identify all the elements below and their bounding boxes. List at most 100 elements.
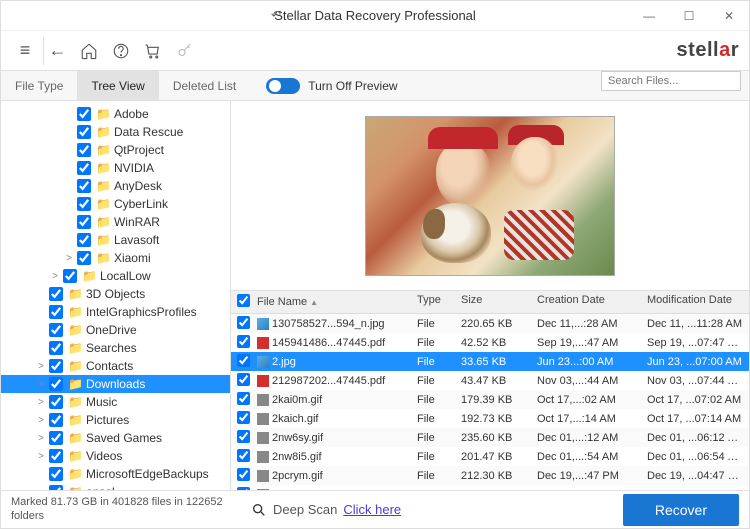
col-created[interactable]: Creation Date: [531, 291, 641, 313]
tree-checkbox[interactable]: [77, 179, 91, 193]
file-created: Jun 23...:00 AM: [531, 353, 641, 371]
tree-item[interactable]: >📁Saved Games: [1, 429, 230, 447]
menu-icon[interactable]: ≡: [11, 37, 39, 65]
preview-toggle[interactable]: [266, 78, 300, 94]
tree-item[interactable]: 📁NVIDIA: [1, 159, 230, 177]
tree-checkbox[interactable]: [77, 233, 91, 247]
key-icon[interactable]: [171, 37, 199, 65]
tree-item[interactable]: >📁Contacts: [1, 357, 230, 375]
file-created: Sep 19,...:47 AM: [531, 334, 641, 352]
expand-icon[interactable]: >: [49, 271, 61, 282]
tree-checkbox[interactable]: [49, 395, 63, 409]
col-type[interactable]: Type: [411, 291, 455, 313]
expand-icon[interactable]: >: [35, 397, 47, 408]
expand-icon[interactable]: >: [35, 415, 47, 426]
row-checkbox[interactable]: [237, 449, 250, 462]
tree-item[interactable]: 📁CyberLink: [1, 195, 230, 213]
tree-item[interactable]: 📁IntelGraphicsProfiles: [1, 303, 230, 321]
file-row[interactable]: 2kaich.gifFile192.73 KBOct 17,...:14 AMO…: [231, 409, 749, 428]
tree-item[interactable]: 📁3D Objects: [1, 285, 230, 303]
tree-checkbox[interactable]: [49, 305, 63, 319]
search-box[interactable]: [601, 71, 741, 100]
tab-file-type[interactable]: File Type: [1, 71, 77, 100]
tree-checkbox[interactable]: [49, 431, 63, 445]
file-row[interactable]: 2kai0m.gifFile179.39 KBOct 17,...:02 AMO…: [231, 390, 749, 409]
minimize-button[interactable]: —: [629, 1, 669, 31]
tree-label: Searches: [86, 341, 137, 355]
maximize-button[interactable]: ☐: [669, 1, 709, 31]
tree-item[interactable]: >📁Pictures: [1, 411, 230, 429]
tree-checkbox[interactable]: [49, 377, 63, 391]
tree-item[interactable]: 📁Data Rescue: [1, 123, 230, 141]
row-checkbox[interactable]: [237, 411, 250, 424]
file-row[interactable]: 212987202...47445.pdfFile43.47 KBNov 03,…: [231, 371, 749, 390]
expand-icon[interactable]: >: [35, 451, 47, 462]
expand-icon[interactable]: >: [35, 433, 47, 444]
tree-checkbox[interactable]: [49, 449, 63, 463]
file-row[interactable]: 2nw8i5.gifFile201.47 KBDec 01,...:54 AMD…: [231, 447, 749, 466]
file-type: File: [411, 353, 455, 371]
row-checkbox[interactable]: [237, 373, 250, 386]
tree-item[interactable]: 📁Adobe: [1, 105, 230, 123]
expand-icon[interactable]: >: [35, 379, 47, 390]
home-icon[interactable]: [75, 37, 103, 65]
recover-button[interactable]: Recover: [623, 494, 739, 526]
tree-checkbox[interactable]: [77, 251, 91, 265]
tree-checkbox[interactable]: [49, 323, 63, 337]
row-checkbox[interactable]: [237, 468, 250, 481]
tree-checkbox[interactable]: [77, 215, 91, 229]
row-checkbox[interactable]: [237, 430, 250, 443]
file-row[interactable]: 145941486...47445.pdfFile42.52 KBSep 19,…: [231, 333, 749, 352]
tree-item[interactable]: 📁QtProject: [1, 141, 230, 159]
deep-scan-link[interactable]: Click here: [343, 502, 401, 517]
row-checkbox[interactable]: [237, 354, 250, 367]
tree-item[interactable]: >📁Xiaomi: [1, 249, 230, 267]
tree-item[interactable]: >📁Music: [1, 393, 230, 411]
tree-item[interactable]: 📁WinRAR: [1, 213, 230, 231]
file-row[interactable]: 2.jpgFile33.65 KBJun 23...:00 AMJun 23, …: [231, 352, 749, 371]
expand-icon[interactable]: >: [35, 361, 47, 372]
tree-checkbox[interactable]: [77, 161, 91, 175]
tree-checkbox[interactable]: [49, 287, 63, 301]
tree-checkbox[interactable]: [49, 359, 63, 373]
tab-deleted-list[interactable]: Deleted List: [159, 71, 250, 100]
help-icon[interactable]: [107, 37, 135, 65]
tree-checkbox[interactable]: [77, 107, 91, 121]
tree-item[interactable]: 📁MicrosoftEdgeBackups: [1, 465, 230, 483]
tree-checkbox[interactable]: [77, 125, 91, 139]
tree-item[interactable]: 📁OneDrive: [1, 321, 230, 339]
tree-checkbox[interactable]: [63, 269, 77, 283]
file-created: Nov 03,...:44 AM: [531, 372, 641, 390]
folder-tree[interactable]: 📁Adobe📁Data Rescue📁QtProject📁NVIDIA📁AnyD…: [1, 101, 231, 490]
tree-checkbox[interactable]: [49, 413, 63, 427]
file-row[interactable]: 2pcrym.gifFile212.30 KBDec 19,...:47 PMD…: [231, 466, 749, 485]
row-checkbox[interactable]: [237, 316, 250, 329]
row-checkbox[interactable]: [237, 392, 250, 405]
tree-item[interactable]: 📁Searches: [1, 339, 230, 357]
file-row[interactable]: 130758527...594_n.jpgFile220.65 KBDec 11…: [231, 314, 749, 333]
tree-checkbox[interactable]: [77, 197, 91, 211]
tab-tree-view[interactable]: Tree View: [77, 71, 158, 100]
search-input[interactable]: [601, 71, 741, 91]
col-name[interactable]: File Name: [257, 296, 307, 308]
tree-item[interactable]: 📁ansel: [1, 483, 230, 490]
tree-item[interactable]: >📁LocalLow: [1, 267, 230, 285]
tree-item[interactable]: 📁AnyDesk: [1, 177, 230, 195]
tree-checkbox[interactable]: [49, 467, 63, 481]
back-button[interactable]: ←: [43, 37, 71, 65]
undo-icon[interactable]: ↶: [271, 8, 281, 22]
select-all-checkbox[interactable]: [237, 294, 250, 307]
col-modified[interactable]: Modification Date: [641, 291, 749, 313]
cart-icon[interactable]: [139, 37, 167, 65]
tree-item[interactable]: >📁Videos: [1, 447, 230, 465]
tree-checkbox[interactable]: [77, 143, 91, 157]
expand-icon[interactable]: >: [63, 253, 75, 264]
col-size[interactable]: Size: [455, 291, 531, 313]
file-grid[interactable]: File Name ▲ Type Size Creation Date Modi…: [231, 291, 749, 490]
close-button[interactable]: ✕: [709, 1, 749, 31]
tree-item[interactable]: 📁Lavasoft: [1, 231, 230, 249]
file-row[interactable]: 2nw6sy.gifFile235.60 KBDec 01,...:12 AMD…: [231, 428, 749, 447]
row-checkbox[interactable]: [237, 335, 250, 348]
tree-item[interactable]: >📁Downloads: [1, 375, 230, 393]
tree-checkbox[interactable]: [49, 341, 63, 355]
